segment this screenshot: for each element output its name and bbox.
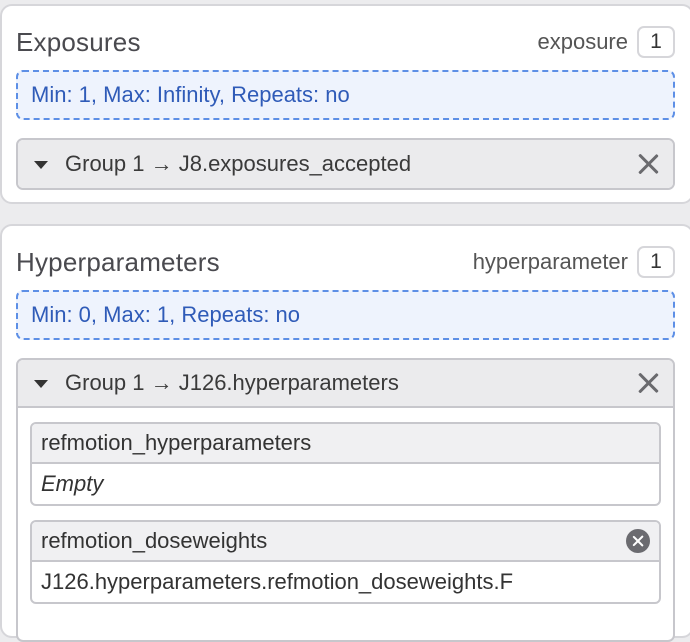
hyperparameters-title: Hyperparameters (16, 246, 220, 277)
hyperparameters-group-header[interactable]: Group 1 → J126.hyperparameters (18, 360, 673, 408)
exposures-type-label: exposure (537, 29, 628, 54)
close-icon[interactable] (635, 370, 661, 396)
slot-refmotion-hyperparameters[interactable]: refmotion_hyperparameters Empty (30, 422, 661, 506)
exposures-title: Exposures (16, 26, 141, 57)
exposures-card: Exposures exposure 1 Min: 1, Max: Infini… (0, 4, 690, 204)
hyperparameters-count-group: hyperparameter 1 (473, 246, 675, 278)
exposures-count-badge: 1 (637, 26, 675, 58)
caret-down-icon[interactable] (34, 161, 48, 169)
hyperparameters-header: Hyperparameters hyperparameter 1 (16, 242, 675, 282)
exposures-group: Group 1 → J8.exposures_accepted (16, 138, 675, 190)
slot-header: refmotion_doseweights (32, 522, 659, 562)
slot-name: refmotion_doseweights (41, 528, 268, 553)
slot-value: Empty (41, 471, 104, 496)
hyperparameters-type-label: hyperparameter (472, 249, 628, 274)
slot-name: refmotion_hyperparameters (41, 430, 312, 455)
hyperparameters-constraint-dropzone[interactable]: Min: 0, Max: 1, Repeats: no (16, 290, 675, 340)
hyperparameters-count-badge: 1 (637, 246, 675, 278)
exposures-group-header[interactable]: Group 1 → J8.exposures_accepted (18, 140, 673, 188)
caret-down-icon[interactable] (34, 380, 48, 388)
exposures-count-group: exposure 1 (537, 26, 675, 58)
exposures-constraint-dropzone[interactable]: Min: 1, Max: Infinity, Repeats: no (16, 70, 675, 120)
slot-refmotion-doseweights[interactable]: refmotion_doseweights J126.hyperparamete… (30, 520, 661, 604)
slot-header: refmotion_hyperparameters (32, 424, 659, 464)
exposures-header: Exposures exposure 1 (16, 22, 675, 62)
hyperparameters-card: Hyperparameters hyperparameter 1 Min: 0,… (0, 224, 690, 642)
hyperparameters-group-title: Group 1 → J126.hyperparameters (65, 370, 399, 395)
slot-value: J126.hyperparameters.refmotion_doseweigh… (41, 569, 514, 594)
clear-circle-icon[interactable] (626, 529, 650, 553)
hyperparameters-group: Group 1 → J126.hyperparameters refmotion… (16, 358, 675, 642)
exposures-group-title: Group 1 → J8.exposures_accepted (65, 151, 412, 176)
close-icon[interactable] (635, 151, 661, 177)
